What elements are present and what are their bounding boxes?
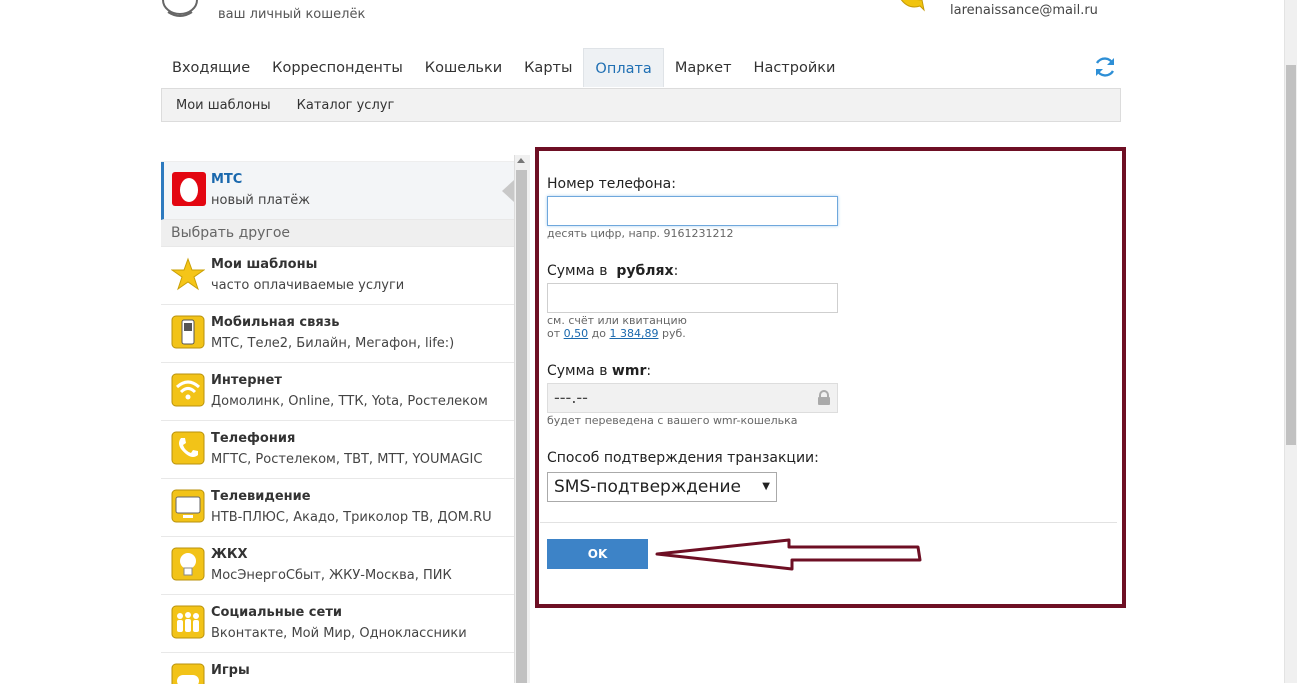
list-item-title: Телефония <box>211 431 296 446</box>
main-nav: Входящие Корреспонденты Кошельки Карты О… <box>161 48 846 88</box>
list-item-title: Мобильная связь <box>211 315 340 330</box>
range-max-link[interactable]: 1 384,89 <box>609 327 658 340</box>
mobile-phone-icon <box>171 315 205 349</box>
scroll-up-arrow-icon[interactable] <box>517 158 525 163</box>
tab-market[interactable]: Маркет <box>664 48 743 87</box>
list-item[interactable]: Мобильная связь МТС, Теле2, Билайн, Мега… <box>161 305 514 363</box>
list-item-title: Игры <box>211 663 250 678</box>
sum-rub-label: Сумма в рублях: <box>547 263 679 279</box>
tab-wallets[interactable]: Кошельки <box>414 48 513 87</box>
confirm-method-value: SMS-подтверждение <box>554 477 741 497</box>
page-scroll-thumb[interactable] <box>1286 65 1296 445</box>
list-item[interactable]: Мои шаблоны часто оплачиваемые услуги <box>161 247 514 305</box>
list-item[interactable]: Телевидение НТВ-ПЛЮС, Акадо, Триколор ТВ… <box>161 479 514 537</box>
tab-payment[interactable]: Оплата <box>583 48 664 87</box>
wifi-icon <box>171 373 205 407</box>
subtab-my-templates[interactable]: Мои шаблоны <box>176 98 271 113</box>
list-item-desc: Домолинк, Online, ТТК, Yota, Ростелеком <box>211 394 488 409</box>
subtab-service-catalog[interactable]: Каталог услуг <box>297 98 395 113</box>
list-item-desc: НТВ-ПЛЮС, Акадо, Триколор ТВ, ДОМ.RU <box>211 510 492 525</box>
user-email[interactable]: larenaissance@mail.ru <box>950 3 1098 18</box>
list-item-title: Мои шаблоны <box>211 257 318 272</box>
list-item-title: Интернет <box>211 373 282 388</box>
sidebar-scroll-thumb[interactable] <box>516 170 527 683</box>
sum-wmr-hint: будет переведена с вашего wmr-кошелька <box>547 414 798 427</box>
dropdown-caret-icon: ▼ <box>762 481 770 492</box>
list-item-desc: часто оплачиваемые услуги <box>211 278 405 293</box>
list-item-title: ЖКХ <box>211 547 248 562</box>
selection-pointer <box>502 180 514 202</box>
form-divider <box>540 522 1117 523</box>
sum-wmr-field: ---.-- <box>547 383 838 413</box>
list-item[interactable]: ЖКХ МосЭнергоСбыт, ЖКУ-Москва, ПИК <box>161 537 514 595</box>
selected-provider-desc: новый платёж <box>211 193 311 208</box>
choose-other-header: Выбрать другое <box>161 220 514 247</box>
site-subtitle: ваш личный кошелёк <box>218 7 366 22</box>
list-item-desc: Вконтакте, Мой Мир, Одноклассники <box>211 626 467 641</box>
list-item[interactable]: Интернет Домолинк, Online, ТТК, Yota, Ро… <box>161 363 514 421</box>
lock-icon <box>818 390 830 405</box>
sub-nav: Мои шаблоны Каталог услуг <box>161 88 1121 122</box>
list-item[interactable]: Игры <box>161 653 514 684</box>
lightbulb-icon <box>171 547 205 581</box>
tab-settings[interactable]: Настройки <box>743 48 847 87</box>
list-item-desc: МГТС, Ростелеком, ТВТ, МТТ, YOUMAGIC <box>211 452 483 467</box>
range-min-link[interactable]: 0,50 <box>564 327 589 340</box>
list-item-title: Телевидение <box>211 489 311 504</box>
people-icon <box>171 605 205 639</box>
sum-rub-input[interactable] <box>547 283 838 313</box>
tv-icon <box>171 489 205 523</box>
handset-icon <box>171 431 205 465</box>
ok-button[interactable]: OK <box>547 539 648 569</box>
list-item-desc: МТС, Теле2, Билайн, Мегафон, life:) <box>211 336 455 351</box>
webmoney-logo-icon <box>162 0 198 17</box>
provider-list: МТС новый платёж Выбрать другое Мои шабл… <box>161 161 514 684</box>
sum-range: от 0,50 до 1 384,89 руб. <box>547 327 686 340</box>
phone-input[interactable] <box>547 196 838 226</box>
mts-egg-icon <box>172 172 206 206</box>
tab-inbox[interactable]: Входящие <box>161 48 261 87</box>
list-item-desc: МосЭнергоСбыт, ЖКУ-Москва, ПИК <box>211 568 452 583</box>
confirm-label: Способ подтверждения транзакции: <box>547 450 819 466</box>
list-item[interactable]: Телефония МГТС, Ростелеком, ТВТ, МТТ, YO… <box>161 421 514 479</box>
selected-provider-title: МТС <box>211 172 243 187</box>
phone-label: Номер телефона: <box>547 176 676 192</box>
sum-rub-hint: см. счёт или квитанцию <box>547 314 687 327</box>
confirm-method-select[interactable]: SMS-подтверждение ▼ <box>547 472 777 502</box>
list-item[interactable]: Социальные сети Вконтакте, Мой Мир, Одно… <box>161 595 514 653</box>
hand-drawn-arrow-icon <box>655 538 922 571</box>
user-key-icon[interactable] <box>898 0 926 12</box>
star-icon <box>171 257 205 291</box>
refresh-icon[interactable] <box>1092 54 1118 80</box>
tab-cards[interactable]: Карты <box>513 48 583 87</box>
tab-contacts[interactable]: Корреспонденты <box>261 48 414 87</box>
list-item-selected-mts[interactable]: МТС новый платёж <box>161 162 514 220</box>
phone-hint: десять цифр, напр. 9161231212 <box>547 227 734 240</box>
sum-wmr-label: Сумма в wmr: <box>547 363 652 379</box>
list-item-title: Социальные сети <box>211 605 342 620</box>
gamepad-icon <box>171 663 205 684</box>
